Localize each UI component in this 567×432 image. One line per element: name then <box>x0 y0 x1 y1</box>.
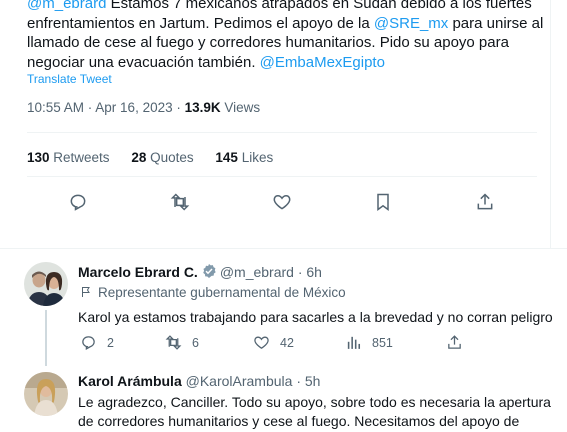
quotes-label: Quotes <box>146 150 194 165</box>
avatar[interactable] <box>24 372 68 416</box>
tweet-stats: 130 Retweets 28 Quotes 145 Likes <box>27 150 291 165</box>
like-icon <box>254 336 269 349</box>
views-label: Views <box>220 100 261 115</box>
flag-icon <box>82 287 90 297</box>
divider <box>27 176 537 177</box>
translate-tweet-link[interactable]: Translate Tweet <box>27 72 112 86</box>
reply-like-button[interactable]: 42 <box>253 334 294 351</box>
divider <box>27 132 537 133</box>
author-handle[interactable]: @KarolArambula · 5h <box>186 373 321 389</box>
bookmark-icon[interactable] <box>371 190 395 214</box>
retweets-stat[interactable]: 130 Retweets <box>27 150 110 165</box>
mention-embamexegipto[interactable]: @EmbaMexEgipto <box>260 54 385 71</box>
reply-share-button[interactable] <box>446 334 473 351</box>
tweet-text: @m_ebrard Estamos 7 mexicanos atrapados … <box>27 0 547 72</box>
avatar[interactable] <box>24 262 68 306</box>
share-icon[interactable] <box>473 190 497 214</box>
likes-count: 145 <box>215 150 238 165</box>
verified-badge-icon <box>201 263 217 282</box>
tweet-timestamp[interactable]: 10:55 AM · Apr 16, 2023 · <box>27 100 185 115</box>
reply-retweet-button[interactable]: 6 <box>165 334 199 351</box>
tweet-meta: 10:55 AM · Apr 16, 2023 · 13.9K Views <box>27 100 260 115</box>
views-count: 13.9K <box>184 100 221 115</box>
retweet-icon <box>165 335 182 350</box>
likes-stat[interactable]: 145 Likes <box>215 150 273 165</box>
reply-header: Marcelo Ebrard C. @m_ebrard · 6h <box>78 263 322 282</box>
reply-text: Karol ya estamos trabajando para sacarle… <box>78 309 553 325</box>
views-count: 851 <box>372 335 393 350</box>
reply-text-line: Le agradezco, Canciller. Todo su apoyo, … <box>78 394 551 410</box>
retweet-icon[interactable] <box>168 190 192 214</box>
likes-label: Likes <box>237 150 274 165</box>
share-icon <box>448 335 461 349</box>
quotes-count: 28 <box>131 150 147 165</box>
mention-m-ebrard[interactable]: @m_ebrard <box>27 0 106 12</box>
like-icon[interactable] <box>270 190 294 214</box>
author-name[interactable]: Karol Arámbula <box>78 373 182 389</box>
mention-sre-mx[interactable]: @SRE_mx <box>374 15 448 32</box>
reply-views-button[interactable]: 851 <box>345 334 393 351</box>
reply-icon <box>82 336 95 350</box>
main-tweet: @m_ebrard Estamos 7 mexicanos atrapados … <box>0 0 551 248</box>
reply-reply-button[interactable]: 2 <box>80 334 114 351</box>
retweets-label: Retweets <box>49 150 110 165</box>
like-count: 42 <box>280 335 294 350</box>
reply-tweet[interactable]: Karol Arámbula @KarolArambula · 5h Le ag… <box>0 364 567 432</box>
quotes-stat[interactable]: 28 Quotes <box>131 150 193 165</box>
government-label: Representante gubernamental de México <box>80 285 346 300</box>
reply-text-line: de corredores humanitarios y cese al fue… <box>78 413 520 429</box>
retweet-count: 6 <box>192 335 199 350</box>
author-handle[interactable]: @m_ebrard · 6h <box>220 264 322 280</box>
reply-header: Karol Arámbula @KarolArambula · 5h <box>78 373 320 389</box>
tweet-actions <box>0 190 550 216</box>
thread-line <box>45 310 47 366</box>
author-name[interactable]: Marcelo Ebrard C. <box>78 264 198 280</box>
reply-icon[interactable] <box>66 190 90 214</box>
government-label-text: Representante gubernamental de México <box>98 285 346 300</box>
retweets-count: 130 <box>27 150 50 165</box>
reply-count: 2 <box>107 335 114 350</box>
views-icon <box>347 336 361 349</box>
reply-tweet[interactable]: Marcelo Ebrard C. @m_ebrard · 6h Represen… <box>0 254 567 366</box>
